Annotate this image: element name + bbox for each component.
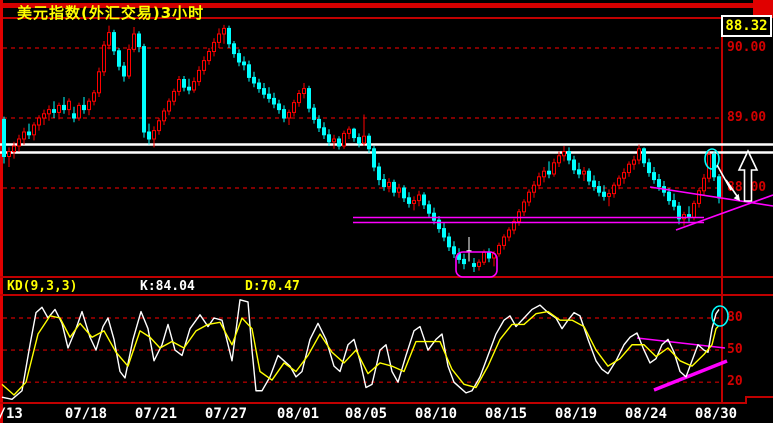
chart-canvas[interactable] [0,0,773,423]
candlestick-series [2,24,721,272]
chart-window: 美元指数(外汇交易)3小时 88.32 KD(9,3,3) K:84.04 D:… [0,0,773,423]
kd-top-circle [711,305,729,327]
up-arrow [737,149,759,202]
chart-title: 美元指数(外汇交易)3小时 [17,4,205,22]
wedge-lower-trendline [675,194,773,231]
latest-price-box: 88.32 [721,15,772,37]
